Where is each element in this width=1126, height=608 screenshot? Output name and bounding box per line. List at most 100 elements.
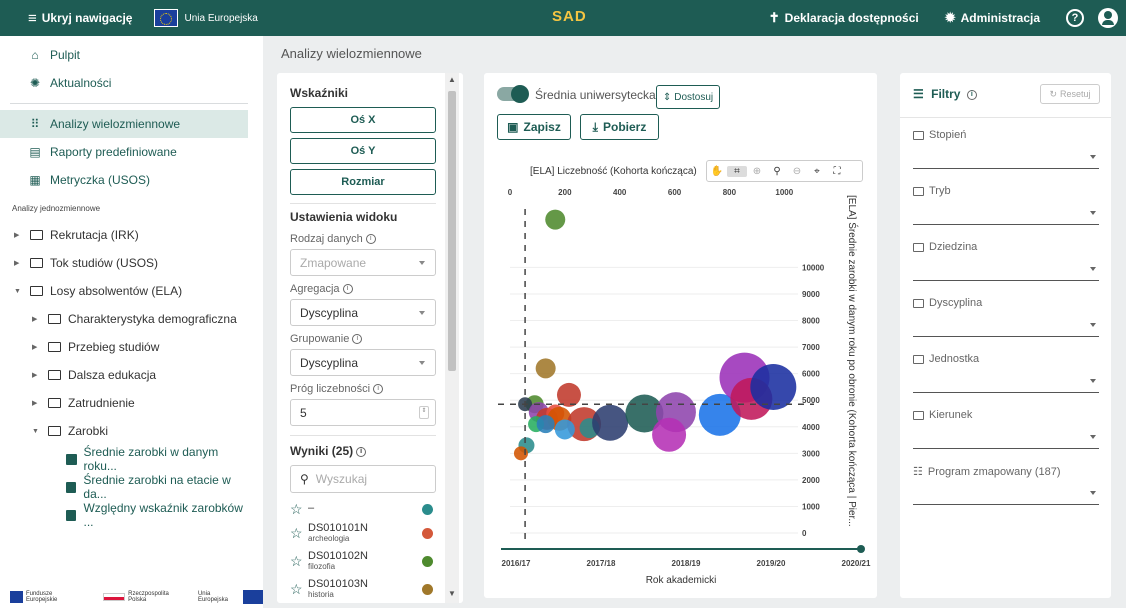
result-name: archeologia [308,533,350,543]
filter-label: Jednostka [913,353,979,365]
stepper-icon[interactable]: ⇕ [419,406,429,419]
filter-kierunek[interactable]: Kierunek [913,409,1099,449]
info-icon[interactable]: i [365,234,376,245]
help-icon[interactable]: ? [1066,9,1084,27]
result-code: DS010103N [308,578,368,591]
scatter-chart-icon: ⠿ [30,117,40,131]
accessibility-link[interactable]: ✝ Deklaracja dostępności [769,10,919,26]
filter-dziedzina[interactable]: Dziedzina [913,241,1099,281]
chevron-right-icon: ▶ [32,400,38,407]
tree-item-course[interactable]: ▶ Przebieg studiów [0,333,248,361]
x-tick-label: 200 [558,188,572,197]
size-button[interactable]: Rozmiar [290,169,436,195]
star-icon[interactable]: ☆ [290,553,308,570]
year-tick-label: 2017/18 [587,559,616,568]
tree-item-demographics[interactable]: ▶ Charakterystyka demograficzna [0,305,248,333]
filter-dyscyplina[interactable]: Dyscyplina [913,297,1099,337]
info-icon[interactable]: i [373,384,384,395]
scrollbar-thumb[interactable] [448,91,456,371]
filter-program[interactable]: ☷ Program zmapowany (187) [913,465,1099,505]
result-name: filozofia [308,561,336,571]
tree-item-recruitment[interactable]: ▶ Rekrutacja (IRK) [0,221,248,249]
x-tick-label: 0 [508,188,513,197]
folder-icon [48,314,61,324]
tree-leaf-avg-earnings-fulltime[interactable]: Średnie zarobki na etacie w da... [0,473,248,501]
sidebar-item-reports[interactable]: ▤ Raporty predefiniowane [0,138,248,166]
star-icon[interactable]: ☆ [290,581,308,598]
year-tick-label: 2018/19 [672,559,701,568]
tree-item-label: Charakterystyka demograficzna [68,312,237,326]
info-icon[interactable]: i [352,334,363,345]
sidebar-item-label: Raporty predefiniowane [50,145,177,159]
data-point [592,404,629,441]
info-icon[interactable]: i [966,89,977,100]
threshold-input[interactable]: 5 ⇕ [290,399,436,426]
year-tick-label: 2020/21 [842,559,871,568]
grouping-label: Grupowanie i [290,333,363,345]
tree-leaf-label: Średnie zarobki w danym roku... [83,445,219,473]
color-dot [422,527,433,539]
hide-navigation-button[interactable]: ≡ Ukryj nawigację [28,10,132,27]
filter-tryb[interactable]: Tryb [913,185,1099,225]
tree-item-further-education[interactable]: ▶ Dalsza edukacja [0,361,248,389]
scroll-up-icon[interactable]: ▲ [448,75,456,84]
panel-scrollbar[interactable]: ▲ ▼ [445,73,459,603]
grouping-select[interactable]: Dyscyplina [290,349,436,376]
color-dot [422,503,433,515]
tree-item-label: Zatrudnienie [68,396,135,410]
color-dot [422,555,433,567]
star-icon[interactable]: ☆ [290,501,308,518]
bar-chart-icon [66,509,77,521]
sidebar-item-label: Metryczka (USOS) [50,173,151,187]
result-item[interactable]: ☆ DS010103N historia [290,577,440,601]
filter-label: Dyscyplina [913,297,982,309]
year-tick-label: 2019/20 [757,559,786,568]
info-icon[interactable]: i [356,446,367,457]
reset-button[interactable]: ↻ Resetuj [1040,84,1100,104]
home-icon: ⌂ [31,48,39,62]
y-tick-label: 0 [802,529,807,538]
data-type-label: Rodzaj danych i [290,233,376,245]
folder-icon [48,370,61,380]
tree-item-employment[interactable]: ▶ Zatrudnienie [0,389,248,417]
result-item[interactable]: ☆ – [290,497,440,521]
sidebar-item-label: Analizy wielozmiennowe [50,117,181,131]
filters-title: Filtry [931,87,961,101]
tree-item-graduates[interactable]: ▼ Losy absolwentów (ELA) [0,277,248,305]
filter-label-text: Jednostka [929,353,980,365]
sidebar-item-pulpit[interactable]: ⌂ Pulpit [0,41,248,69]
caret-down-icon [1090,211,1096,215]
result-item[interactable]: ☆ DS010102N filozofia [290,549,440,573]
filter-jednostka[interactable]: Jednostka [913,353,1099,393]
list-icon: ☷ [913,466,923,478]
tree-item-earnings[interactable]: ▼ Zarobki [0,417,248,445]
results-search-input[interactable]: ⚲ Wyszukaj [290,465,436,493]
administration-link[interactable]: ✹ Administracja [945,10,1040,26]
reset-icon: ↻ [1049,88,1058,99]
view-settings-heading: Ustawienia widoku [290,210,398,224]
results-heading: Wyniki (25) i [290,444,367,458]
result-item[interactable]: ☆ DS010101N archeologia [290,521,440,545]
tree-item-label: Zarobki [68,424,109,438]
y-tick-label: 7000 [802,343,820,352]
indicators-heading: Wskaźniki [290,86,349,100]
scroll-down-icon[interactable]: ▼ [448,589,456,598]
user-account-icon[interactable] [1098,8,1118,28]
divider [290,435,436,436]
star-icon[interactable]: ☆ [290,525,308,542]
sidebar-item-multivariate[interactable]: ⠿ Analizy wielozmiennowe [0,110,248,138]
tree-leaf-avg-earnings-year[interactable]: Średnie zarobki w danym roku... [0,445,248,473]
aggregation-select[interactable]: Dyscyplina [290,299,436,326]
sidebar-item-news[interactable]: ✺ Aktualności [0,69,248,97]
axis-x-button[interactable]: Oś X [290,107,436,133]
tree-leaf-relative-earnings[interactable]: Względny wskaźnik zarobków ... [0,501,248,529]
sidebar-item-metrics[interactable]: ▦ Metryczka (USOS) [0,166,248,194]
data-type-select[interactable]: Zmapowane [290,249,436,276]
info-icon[interactable]: i [342,284,353,295]
app-logo[interactable]: SAD [552,8,587,25]
axis-y-button[interactable]: Oś Y [290,138,436,164]
filter-stopien[interactable]: Stopień [913,129,1099,169]
tree-item-studies[interactable]: ▶ Tok studiów (USOS) [0,249,248,277]
eu-flag-icon [154,9,179,27]
data-point [554,419,575,440]
